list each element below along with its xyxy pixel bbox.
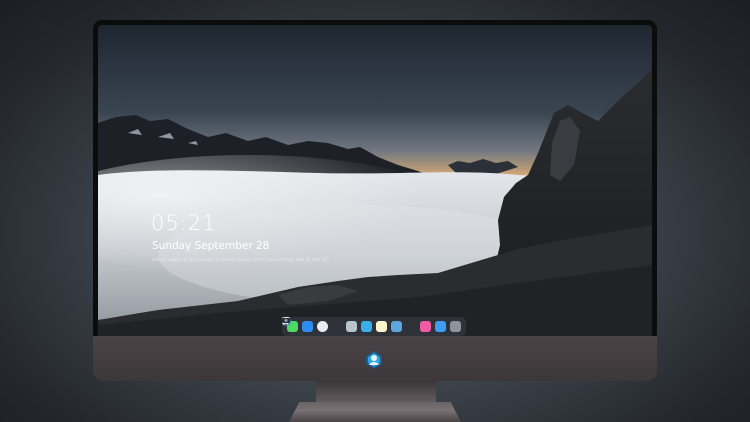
brand-logo-icon	[364, 350, 384, 370]
lock-screen[interactable]: 05:21 Sunday September 28 Please swipe u…	[98, 25, 652, 338]
files-icon[interactable]	[282, 318, 313, 332]
camera-icon[interactable]	[282, 318, 461, 332]
preview-icon[interactable]	[283, 318, 357, 332]
dock	[282, 317, 466, 336]
lockscreen-clock: 05:21	[151, 211, 217, 235]
wallpaper-landscape	[98, 69, 652, 338]
lockscreen-date: Sunday September 28	[152, 240, 270, 252]
app-store-icon[interactable]	[282, 317, 446, 332]
video-editor-icon[interactable]	[282, 317, 372, 332]
dock-spacer	[406, 321, 416, 332]
monitor-bezel: 05:21 Sunday September 28 Please swipe u…	[93, 20, 657, 342]
music-icon[interactable]	[282, 317, 431, 332]
safari-icon[interactable]	[282, 317, 328, 332]
monitor-stand-base	[289, 402, 461, 422]
dock-spacer	[332, 321, 342, 332]
photos-icon[interactable]	[282, 317, 402, 332]
monitor: 05:21 Sunday September 28 Please swipe u…	[93, 20, 657, 381]
notes-icon[interactable]	[282, 317, 387, 332]
lockscreen-unlock-hint: Please swipe up the screen, if cannot yo…	[152, 258, 329, 263]
